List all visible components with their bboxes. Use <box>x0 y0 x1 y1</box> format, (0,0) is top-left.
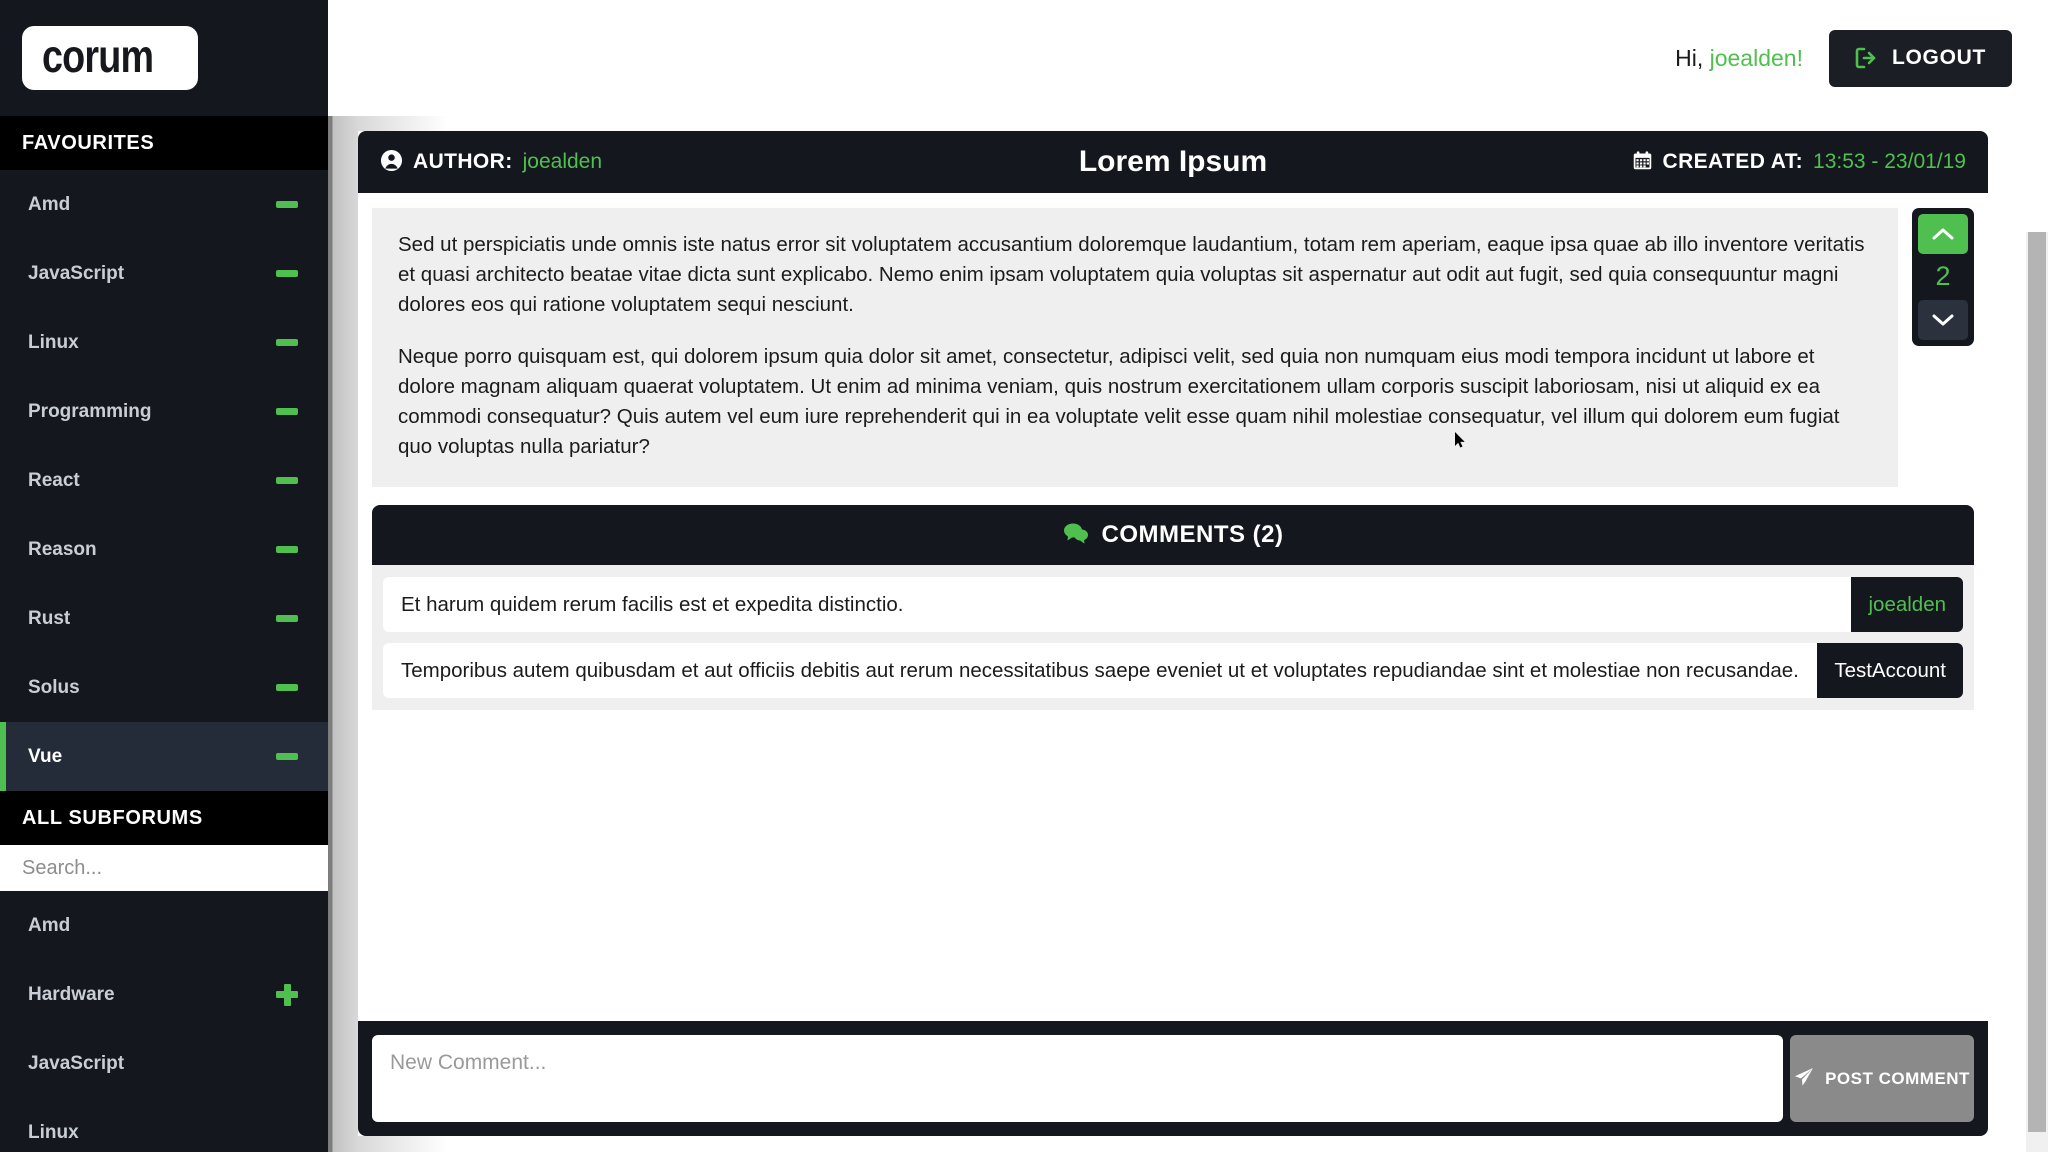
sidebar-item-amd[interactable]: Amd <box>0 170 328 239</box>
logo-box: corum <box>22 25 198 91</box>
sidebar-item-amd[interactable]: Amd <box>0 891 328 960</box>
post-body-wrapper: Sed ut perspiciatis unde omnis iste natu… <box>358 193 1988 488</box>
content-background: AUTHOR: joealden Lorem Ipsum CREATED AT:… <box>328 116 2048 1152</box>
post-created-label: CREATED AT: <box>1662 150 1804 173</box>
vote-widget: 2 <box>1912 208 1974 346</box>
subforums-list: Amd Hardware JavaScript Linux <box>0 891 328 1152</box>
minus-icon[interactable] <box>276 615 298 622</box>
page-scrollbar[interactable] <box>2026 232 2048 1152</box>
post-comment-label: POST COMMENT <box>1825 1068 1970 1088</box>
sidebar-item-label: Amd <box>28 194 71 215</box>
post-created-block: CREATED AT: 13:53 - 23/01/19 <box>1632 150 1966 175</box>
sidebar-item-label: JavaScript <box>28 1053 125 1074</box>
post-created-value: 13:53 - 23/01/19 <box>1813 150 1966 173</box>
search-row <box>0 845 328 891</box>
post-author-label: AUTHOR: <box>413 150 513 173</box>
sidebar-item-react[interactable]: React <box>0 446 328 515</box>
brand-logo[interactable]: corum <box>0 0 328 116</box>
sidebar-item-programming[interactable]: Programming <box>0 377 328 446</box>
comments-heading-label: COMMENTS (2) <box>1101 521 1284 549</box>
post-body: Sed ut perspiciatis unde omnis iste natu… <box>372 208 1898 488</box>
sidebar-item-javascript[interactable]: JavaScript <box>0 1029 328 1098</box>
upvote-button[interactable] <box>1918 214 1968 254</box>
minus-icon[interactable] <box>276 477 298 484</box>
calendar-icon <box>1632 150 1653 175</box>
downvote-button[interactable] <box>1918 300 1968 340</box>
post-author-block: AUTHOR: joealden <box>380 149 602 176</box>
new-comment-bar: POST COMMENT <box>358 1021 1988 1136</box>
minus-icon[interactable] <box>276 201 298 208</box>
app-root: corum FAVOURITES Amd JavaScript Linux Progr… <box>0 0 2048 1152</box>
sidebar-item-label: Reason <box>28 539 97 560</box>
comment-author[interactable]: joealden <box>1851 577 1963 633</box>
post-card: AUTHOR: joealden Lorem Ipsum CREATED AT:… <box>358 131 1988 1136</box>
greeting: Hi, joealden! <box>1675 45 1803 72</box>
chevron-down-icon <box>1932 309 1954 331</box>
search-input[interactable] <box>22 856 306 880</box>
vote-count: 2 <box>1935 261 1951 291</box>
logo-text: corum <box>42 29 154 82</box>
user-circle-icon <box>380 149 403 176</box>
sidebar-item-label: Rust <box>28 608 71 629</box>
all-subforums-heading: ALL SUBFORUMS <box>0 791 328 845</box>
comment-text: Temporibus autem quibusdam et aut offici… <box>401 658 1799 682</box>
comment-author[interactable]: TestAccount <box>1817 643 1963 699</box>
sidebar: corum FAVOURITES Amd JavaScript Linux Progr… <box>0 0 328 1152</box>
minus-icon[interactable] <box>276 753 298 760</box>
minus-icon[interactable] <box>276 408 298 415</box>
greeting-suffix: ! <box>1796 44 1803 71</box>
sidebar-item-label: Linux <box>28 332 79 353</box>
sidebar-item-label: JavaScript <box>28 263 125 284</box>
sidebar-item-label: Linux <box>28 1122 79 1143</box>
sidebar-item-vue[interactable]: Vue <box>0 722 328 791</box>
sidebar-item-label: Amd <box>28 915 71 936</box>
paper-plane-icon <box>1794 1067 1814 1091</box>
favourites-list: Amd JavaScript Linux Programming React Reason… <box>0 170 328 791</box>
sign-out-icon <box>1855 47 1879 69</box>
minus-icon[interactable] <box>276 684 298 691</box>
sidebar-item-linux[interactable]: Linux <box>0 1098 328 1152</box>
sidebar-item-label: Solus <box>28 677 80 698</box>
sidebar-item-reason[interactable]: Reason <box>0 515 328 584</box>
sidebar-item-label: Hardware <box>28 984 115 1005</box>
post-header: AUTHOR: joealden Lorem Ipsum CREATED AT:… <box>358 131 1988 193</box>
comments-heading: COMMENTS (2) <box>372 505 1974 566</box>
comments-list: Et harum quidem rerum facilis est et exp… <box>372 565 1974 711</box>
chevron-up-icon <box>1932 223 1954 245</box>
sidebar-item-hardware[interactable]: Hardware <box>0 960 328 1029</box>
greeting-username: joealden <box>1709 44 1797 71</box>
post-paragraph: Neque porro quisquam est, qui dolorem ip… <box>398 344 1840 458</box>
post-comment-button[interactable]: POST COMMENT <box>1790 1035 1974 1122</box>
comments-icon <box>1063 522 1089 549</box>
post-author-name[interactable]: joealden <box>523 150 602 174</box>
top-bar: Hi, joealden! LOGOUT <box>328 0 2048 116</box>
sidebar-item-rust[interactable]: Rust <box>0 584 328 653</box>
logout-button[interactable]: LOGOUT <box>1828 29 2012 87</box>
minus-icon[interactable] <box>276 339 298 346</box>
minus-icon[interactable] <box>276 270 298 277</box>
post-paragraph: Sed ut perspiciatis unde omnis iste natu… <box>398 233 1865 316</box>
favourites-heading: FAVOURITES <box>0 116 328 170</box>
plus-icon[interactable] <box>276 983 298 1006</box>
sidebar-item-linux[interactable]: Linux <box>0 308 328 377</box>
sidebar-item-solus[interactable]: Solus <box>0 653 328 722</box>
greeting-prefix: Hi, <box>1675 44 1704 71</box>
minus-icon[interactable] <box>276 546 298 553</box>
new-comment-input[interactable] <box>372 1035 1783 1122</box>
comment-row: Et harum quidem rerum facilis est et exp… <box>383 577 1963 633</box>
sidebar-item-label: Vue <box>28 746 63 767</box>
comment-row: Temporibus autem quibusdam et aut offici… <box>383 643 1963 699</box>
logout-label: LOGOUT <box>1891 46 1986 69</box>
main-column: Hi, joealden! LOGOUT AUTHOR: joealden Lo… <box>328 0 2048 1152</box>
sidebar-item-label: Programming <box>28 401 152 422</box>
comment-text: Et harum quidem rerum facilis est et exp… <box>401 592 904 616</box>
sidebar-item-label: React <box>28 470 80 491</box>
scrollbar-thumb[interactable] <box>2028 232 2046 1132</box>
sidebar-item-javascript[interactable]: JavaScript <box>0 239 328 308</box>
